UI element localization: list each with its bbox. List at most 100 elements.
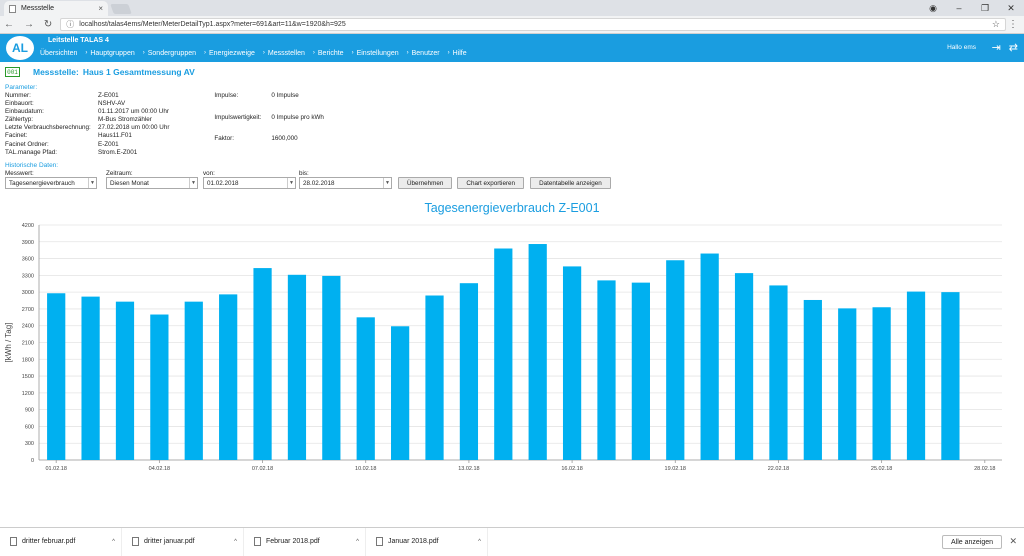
minimize-icon[interactable]: –	[946, 0, 972, 16]
nav-item-übersichten[interactable]: Übersichten	[40, 50, 77, 57]
bar	[666, 260, 685, 460]
bar	[253, 268, 272, 460]
y-tick-label: 0	[31, 458, 34, 464]
param-value: Z-E001	[98, 92, 119, 99]
chevron-up-icon[interactable]: ^	[356, 539, 359, 545]
download-item[interactable]: dritter januar.pdf ^	[122, 527, 244, 556]
x-tick-label: 25.02.18	[871, 466, 892, 472]
nav-item-hilfe[interactable]: Hilfe	[453, 50, 467, 57]
nav-arrow-icon: ›	[351, 50, 354, 56]
param-label: Facinet Ordner:	[5, 140, 49, 148]
nav-item-benutzer[interactable]: Benutzer	[412, 50, 440, 57]
params-heading: Parameter:	[5, 84, 38, 91]
nav-item-sondergruppen[interactable]: Sondergruppen	[148, 50, 196, 57]
y-tick-label: 600	[25, 424, 34, 430]
bar	[528, 244, 547, 460]
address-bar: ← → ↻ ⓘ localhost/talas4ems/Meter/MeterD…	[0, 16, 1024, 34]
close-tab-icon[interactable]: ×	[98, 4, 103, 13]
downloads-bar: dritter februar.pdf ^ dritter januar.pdf ^ F…	[0, 527, 1024, 556]
nav-item-messstellen[interactable]: Messstellen	[268, 50, 305, 57]
x-tick-label: 04.02.18	[149, 466, 170, 472]
browser-menu-icon[interactable]: ⋮	[1006, 19, 1020, 30]
maximize-icon[interactable]: ❐	[972, 0, 998, 16]
y-tick-label: 300	[25, 441, 34, 447]
apply-button[interactable]: Übernehmen	[398, 177, 453, 190]
download-item[interactable]: Januar 2018.pdf ^	[366, 527, 488, 556]
param-label: Impulswertigkeit:	[214, 113, 262, 121]
app-logo[interactable]: AL	[6, 36, 34, 60]
url-text: localhost/talas4ems/Meter/MeterDetailTyp…	[79, 21, 346, 28]
download-item[interactable]: Februar 2018.pdf ^	[244, 527, 366, 556]
nav-buttons: ← → ↻	[4, 19, 60, 30]
bis-date-field[interactable]: 28.02.2018 ▼	[299, 177, 392, 190]
page-content: 001 Messstelle: Haus 1 Gesamtmessung AV …	[0, 66, 1024, 190]
switch-user-icon[interactable]: ⇄	[1009, 41, 1018, 54]
von-date-field[interactable]: 01.02.2018 ▼	[203, 177, 296, 190]
account-icon[interactable]: ◉	[920, 0, 946, 16]
show-table-button[interactable]: Datentabelle anzeigen	[530, 177, 611, 190]
logout-icon[interactable]: ⇥	[992, 41, 1001, 54]
zeitraum-label: Zeitraum:	[106, 169, 133, 177]
param-value: Strom.E-Z001	[98, 148, 138, 156]
nav-item-berichte[interactable]: Berichte	[318, 50, 344, 57]
energy-chart: Tagesenergieverbrauch Z-E001 0 300 600 900 12…	[4, 201, 1002, 472]
chevron-up-icon[interactable]: ^	[112, 539, 115, 545]
bar	[597, 280, 616, 460]
y-tick-label: 2100	[22, 341, 34, 347]
bar	[734, 273, 754, 460]
download-item[interactable]: dritter februar.pdf ^	[0, 527, 122, 556]
nav-arrow-icon: ›	[312, 50, 315, 56]
browser-tab[interactable]: Messstelle ×	[4, 1, 108, 16]
nav-item-energiezweige[interactable]: Energiezweige	[209, 50, 255, 57]
close-downloads-icon[interactable]: ✕	[1009, 536, 1017, 547]
param-label: Nummer:	[5, 92, 31, 99]
download-filename: Februar 2018.pdf	[266, 538, 320, 545]
back-icon[interactable]: ←	[4, 19, 14, 30]
chevron-up-icon[interactable]: ^	[234, 539, 237, 545]
page-icon	[9, 4, 16, 13]
info-icon[interactable]: ⓘ	[66, 19, 74, 30]
y-tick-label: 1500	[22, 374, 34, 380]
param-value: E-Z001	[98, 140, 119, 148]
reload-icon[interactable]: ↻	[44, 19, 52, 30]
bar	[81, 296, 100, 460]
show-all-downloads-button[interactable]: Alle anzeigen	[941, 535, 1002, 549]
meter-header: 001 Messstelle: Haus 1 Gesamtmessung AV	[5, 66, 1019, 78]
bar	[322, 275, 341, 460]
param-label: Impulse:	[214, 92, 239, 99]
nav-item-einstellungen[interactable]: Einstellungen	[357, 50, 399, 57]
url-field[interactable]: ⓘ localhost/talas4ems/Meter/MeterDetailT…	[60, 18, 1006, 31]
meter-name: Haus 1 Gesamtmessung AV	[82, 67, 195, 77]
bar	[47, 293, 66, 460]
zeitraum-select[interactable]: Diesen Monat ▼	[106, 177, 198, 190]
bar	[184, 301, 203, 460]
chevron-up-icon[interactable]: ^	[478, 539, 481, 545]
controls-row: Tagesenergieverbrauch ▼ Diesen Monat ▼ 0…	[5, 177, 1019, 190]
x-tick-label: 10.02.18	[355, 466, 376, 472]
bar	[425, 295, 444, 460]
param-value: 27.02.2018 um 00:00 Uhr	[98, 124, 170, 132]
chart-title: Tagesenergieverbrauch Z-E001	[424, 201, 599, 215]
export-chart-button[interactable]: Chart exportieren	[457, 177, 525, 190]
y-tick-label: 900	[25, 408, 34, 414]
y-tick-label: 3000	[22, 290, 34, 296]
param-label: Faktor:	[214, 135, 235, 143]
bar	[494, 248, 513, 460]
nav-item-hauptgruppen[interactable]: Hauptgruppen	[90, 50, 134, 57]
bis-value: 28.02.2018	[303, 179, 335, 187]
close-window-icon[interactable]: ✕	[998, 0, 1024, 16]
bar	[631, 282, 650, 460]
download-filename: dritter januar.pdf	[144, 538, 195, 545]
bar	[803, 299, 822, 460]
bookmark-star-icon[interactable]: ☆	[992, 19, 1000, 30]
x-tick-label: 19.02.18	[665, 466, 686, 472]
app-title: Leitstelle TALAS 4	[48, 37, 109, 44]
download-filename: dritter februar.pdf	[22, 538, 76, 545]
browser-tabbar: Messstelle × ◉ – ❐ ✕	[0, 0, 1024, 16]
forward-icon[interactable]: →	[24, 19, 34, 30]
nav-arrow-icon: ›	[204, 50, 206, 56]
new-tab-button[interactable]	[110, 4, 132, 14]
nav-arrow-icon: ›	[85, 50, 88, 56]
y-tick-label: 4200	[22, 223, 34, 229]
messwert-select[interactable]: Tagesenergieverbrauch ▼	[5, 177, 97, 190]
